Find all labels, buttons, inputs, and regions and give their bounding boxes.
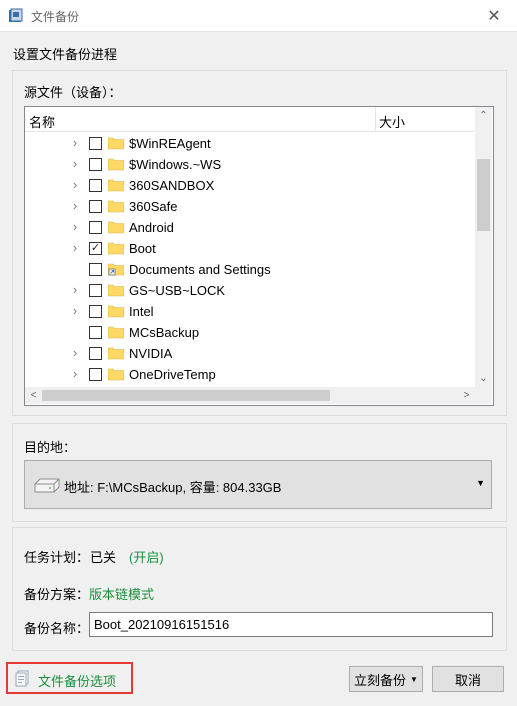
tree-row[interactable]: › ✓ Boot bbox=[25, 238, 474, 259]
app-icon bbox=[9, 8, 23, 22]
horizontal-scrollbar[interactable]: < > bbox=[25, 387, 475, 404]
tree-header: 名称 大小 bbox=[25, 107, 474, 132]
hard-drive-icon bbox=[34, 478, 60, 493]
backup-name-input[interactable] bbox=[89, 612, 493, 637]
tree-row[interactable]: › GS~USB~LOCK bbox=[25, 280, 474, 301]
task-schedule-label: 任务计划： bbox=[24, 550, 90, 565]
tree-row[interactable]: › NVIDIA bbox=[25, 343, 474, 364]
tree-row[interactable]: › Android bbox=[25, 217, 474, 238]
chevron-right-icon[interactable]: › bbox=[69, 157, 81, 171]
section-title: 设置文件备份进程 bbox=[13, 47, 118, 62]
chevron-right-icon[interactable]: › bbox=[69, 241, 81, 255]
tree-row[interactable]: › 360Safe bbox=[25, 196, 474, 217]
tree-row-label: 360SANDBOX bbox=[129, 178, 215, 193]
tree-row-checkbox[interactable] bbox=[89, 305, 102, 318]
tree-row-checkbox[interactable] bbox=[89, 263, 102, 276]
tree-row[interactable]: › OneDriveTemp bbox=[25, 364, 474, 385]
tree-row-label: Android bbox=[129, 220, 174, 235]
column-separator[interactable] bbox=[375, 107, 376, 131]
chevron-right-icon[interactable]: › bbox=[69, 346, 81, 360]
tree-row-label: $WinREAgent bbox=[129, 136, 211, 151]
tree-row-label: Documents and Settings bbox=[129, 262, 271, 277]
folder-icon bbox=[108, 158, 124, 171]
tree-row[interactable]: › 360SANDBOX bbox=[25, 175, 474, 196]
folder-icon bbox=[108, 242, 124, 255]
window-title: 文件备份 bbox=[31, 10, 80, 24]
close-icon: ✕ bbox=[487, 7, 501, 25]
chevron-right-icon[interactable]: › bbox=[69, 199, 81, 213]
cancel-button[interactable]: 取消 bbox=[432, 666, 504, 692]
chevron-right-icon[interactable]: › bbox=[69, 178, 81, 192]
enable-schedule-link[interactable]: (开启) bbox=[129, 547, 164, 566]
chevron-right-icon[interactable]: › bbox=[69, 136, 81, 150]
tree-row-label: GS~USB~LOCK bbox=[129, 283, 226, 298]
tree-row-label: NVIDIA bbox=[129, 346, 173, 361]
tree-row-checkbox[interactable] bbox=[89, 200, 102, 213]
backup-name-label: 备份名称： bbox=[24, 621, 90, 636]
title-bar: 文件备份 ✕ bbox=[0, 0, 517, 32]
scroll-down-icon[interactable]: ⌄ bbox=[475, 370, 492, 387]
scroll-corner bbox=[475, 387, 492, 404]
folder-icon bbox=[108, 179, 124, 192]
folder-icon bbox=[108, 137, 124, 150]
chevron-right-icon[interactable]: › bbox=[69, 283, 81, 297]
cancel-label: 取消 bbox=[454, 672, 481, 688]
folder-shortcut-icon bbox=[108, 263, 124, 276]
tree-row-label: Boot bbox=[129, 241, 156, 256]
backup-scheme-label: 备份方案： bbox=[24, 587, 90, 602]
backup-options-label: 文件备份选项 bbox=[38, 674, 117, 689]
tree-row-checkbox[interactable] bbox=[89, 347, 102, 360]
tree-row-checkbox[interactable] bbox=[89, 158, 102, 171]
folder-icon bbox=[108, 347, 124, 360]
folder-icon bbox=[108, 221, 124, 234]
vertical-scroll-thumb[interactable] bbox=[477, 159, 490, 231]
tree-row-checkbox[interactable] bbox=[89, 179, 102, 192]
tree-row-checkbox[interactable] bbox=[89, 368, 102, 381]
destination-value: 地址: F:\MCsBackup, 容量: 804.33GB bbox=[64, 480, 282, 495]
tree-row-label: OneDriveTemp bbox=[129, 367, 216, 382]
tree-row-checkbox[interactable]: ✓ bbox=[89, 242, 102, 255]
tree-row-label: 360Safe bbox=[129, 199, 178, 214]
backup-scheme-link[interactable]: 版本链模式 bbox=[89, 584, 154, 603]
tree-row-label: Intel bbox=[129, 304, 154, 319]
folder-icon bbox=[108, 305, 124, 318]
tree-row-checkbox[interactable] bbox=[89, 137, 102, 150]
tree-row-checkbox[interactable] bbox=[89, 221, 102, 234]
folder-icon bbox=[108, 284, 124, 297]
scroll-up-icon[interactable]: ⌃ bbox=[475, 107, 492, 124]
chevron-right-icon[interactable]: › bbox=[69, 220, 81, 234]
backup-now-label: 立刻备份 bbox=[354, 672, 407, 688]
tree-row[interactable]: MCsBackup bbox=[25, 322, 474, 343]
file-options-icon bbox=[15, 670, 29, 687]
chevron-right-icon[interactable]: › bbox=[69, 367, 81, 381]
tree-row-checkbox[interactable] bbox=[89, 326, 102, 339]
tree-row-checkbox[interactable] bbox=[89, 284, 102, 297]
tree-row[interactable]: › Intel bbox=[25, 301, 474, 322]
horizontal-scroll-thumb[interactable] bbox=[42, 390, 330, 401]
tree-row[interactable]: › $WinREAgent bbox=[25, 133, 474, 154]
source-label: 源文件（设备）： bbox=[24, 85, 122, 100]
source-tree[interactable]: 名称 大小 › $WinREAgent › $Windows.~WS › 360SANDB… bbox=[24, 106, 494, 406]
tree-row-label: MCsBackup bbox=[129, 325, 200, 340]
scroll-left-icon[interactable]: < bbox=[25, 387, 42, 404]
close-button[interactable]: ✕ bbox=[471, 0, 517, 31]
folder-icon bbox=[108, 368, 124, 381]
folder-icon bbox=[108, 326, 124, 339]
vertical-scrollbar[interactable]: ⌃ ⌄ bbox=[475, 107, 492, 387]
chevron-right-icon[interactable]: › bbox=[69, 304, 81, 318]
tree-row[interactable]: Documents and Settings bbox=[25, 259, 474, 280]
column-size-header[interactable]: 大小 bbox=[379, 112, 405, 131]
tree-row[interactable]: › $Windows.~WS bbox=[25, 154, 474, 175]
task-schedule-value: 已关 bbox=[90, 550, 117, 565]
folder-icon bbox=[108, 200, 124, 213]
destination-select[interactable]: 地址: F:\MCsBackup, 容量: 804.33GB ▼ bbox=[24, 460, 492, 509]
scroll-right-icon[interactable]: > bbox=[458, 387, 475, 404]
chevron-down-icon: ▼ bbox=[410, 674, 418, 684]
dropdown-caret-icon: ▼ bbox=[476, 478, 485, 488]
tree-row-label: $Windows.~WS bbox=[129, 157, 222, 172]
destination-label: 目的地： bbox=[24, 440, 77, 455]
backup-options-link[interactable]: 文件备份选项 bbox=[6, 662, 133, 694]
backup-now-button[interactable]: 立刻备份 ▼ bbox=[349, 666, 423, 692]
column-name-header[interactable]: 名称 bbox=[29, 112, 55, 131]
